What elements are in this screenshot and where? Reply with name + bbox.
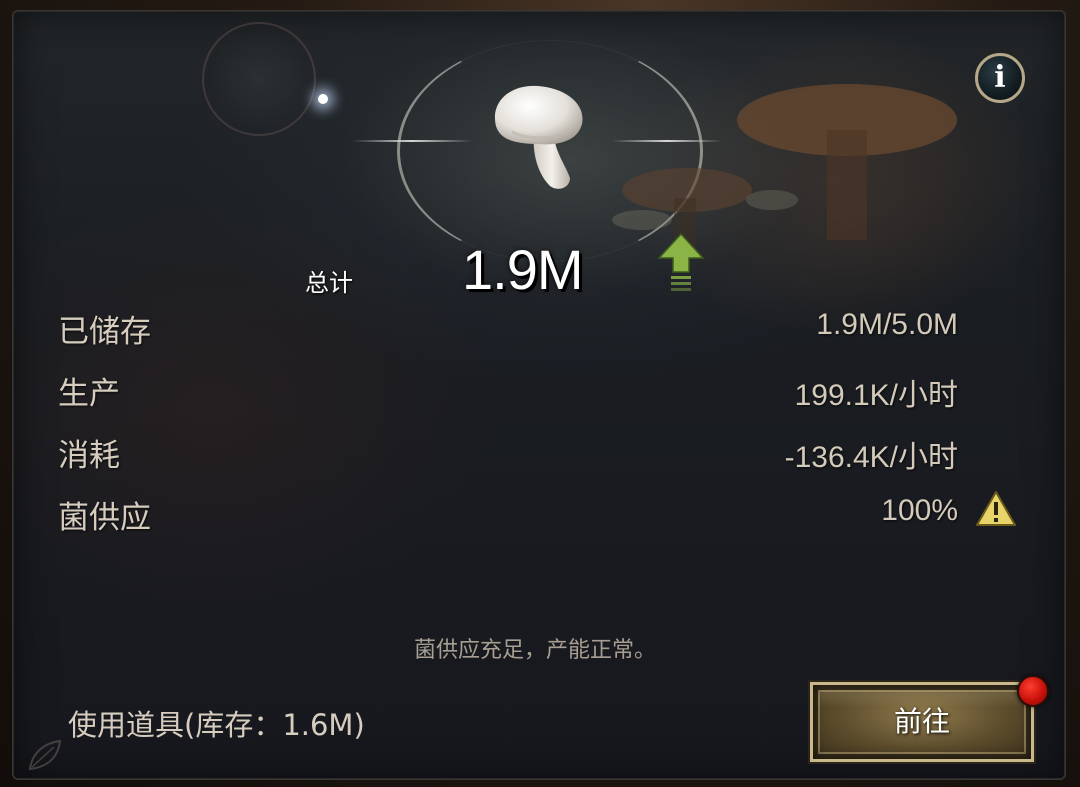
total-label: 总计 (305, 269, 353, 297)
stat-row-production: 生产 199.1K/小时 (58, 368, 958, 412)
notification-dot (1017, 675, 1049, 707)
stat-label: 菌供应 (58, 500, 151, 536)
item-usage-label: 使用道具(库存：1.6M) (68, 708, 365, 742)
stat-label: 消耗 (58, 438, 120, 474)
stat-row-stored: 已储存 1.9M/5.0M (58, 306, 958, 350)
go-button-label: 前往 (893, 705, 950, 738)
stat-value: -136.4K/小时 (784, 441, 958, 474)
stat-value: 1.9M/5.0M (816, 308, 958, 341)
light-halo (202, 22, 316, 136)
info-button[interactable]: i (975, 53, 1025, 103)
sparkle (318, 94, 328, 104)
go-button[interactable]: 前往 (808, 680, 1036, 764)
total-value: 1.9M (462, 238, 583, 301)
mushroom-icon (494, 85, 583, 189)
status-message: 菌供应充足，产能正常。 (413, 638, 656, 663)
stat-row-consumption: 消耗 -136.4K/小时 (58, 430, 958, 474)
info-icon: i (994, 60, 1006, 95)
up-arrow-icon (657, 232, 705, 291)
stat-label: 生产 (58, 376, 120, 412)
leaf-icon (28, 739, 62, 771)
stat-value: 199.1K/小时 (794, 379, 958, 412)
stat-row-supply: 菌供应 100% (58, 492, 958, 536)
warning-icon[interactable] (975, 490, 1017, 528)
stat-label: 已储存 (58, 314, 151, 350)
stat-value: 100% (881, 494, 958, 527)
